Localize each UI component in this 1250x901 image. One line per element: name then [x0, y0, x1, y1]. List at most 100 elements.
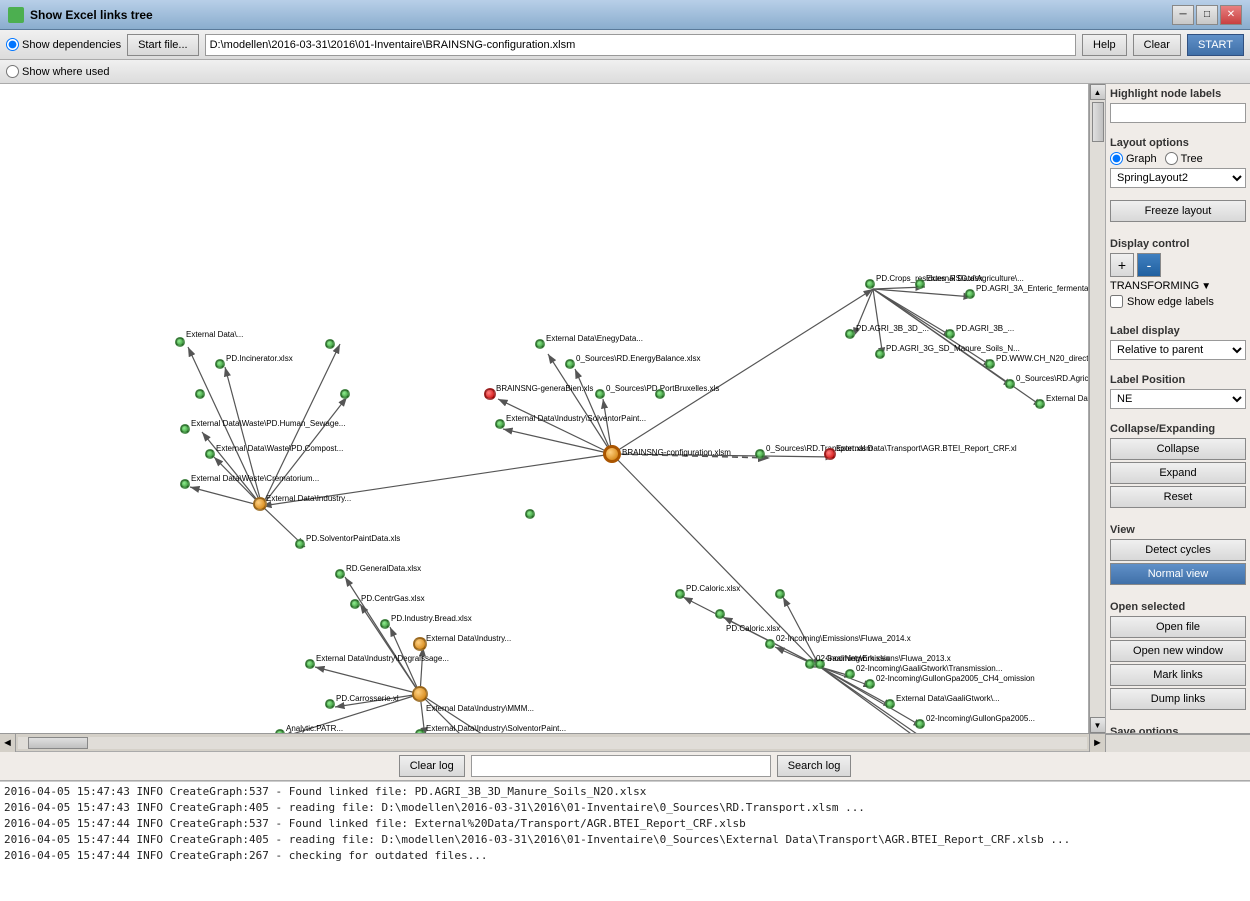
graph-node[interactable] [775, 589, 785, 599]
transform-dropdown-arrow[interactable]: ▼ [1201, 281, 1211, 292]
collapse-button[interactable]: Collapse [1110, 438, 1246, 460]
open-file-button[interactable]: Open file [1110, 616, 1246, 638]
maximize-button[interactable]: □ [1196, 5, 1218, 25]
tree-radio[interactable]: Tree [1165, 152, 1203, 165]
graph-node[interactable] [915, 719, 925, 729]
node-label: External Data\Waste\Crematorium... [191, 474, 319, 483]
graph-node[interactable] [845, 669, 855, 679]
graph-node[interactable] [495, 419, 505, 429]
show-dependencies-radio[interactable]: Show dependencies [6, 38, 121, 51]
scroll-up-button[interactable]: ▲ [1090, 84, 1106, 100]
graph-node[interactable] [325, 339, 335, 349]
node-label: RD.GeneralData.xlsx [346, 564, 421, 573]
detect-cycles-button[interactable]: Detect cycles [1110, 539, 1246, 561]
horizontal-scroll-thumb[interactable] [28, 737, 88, 749]
graph-node[interactable] [715, 609, 725, 619]
graph-node[interactable] [175, 337, 185, 347]
clear-log-button[interactable]: Clear log [399, 755, 465, 777]
graph-node[interactable] [195, 389, 205, 399]
show-edge-labels-checkbox[interactable] [1110, 295, 1123, 308]
vertical-scrollbar[interactable]: ▲ ▼ [1089, 84, 1105, 733]
expand-button[interactable]: Expand [1110, 462, 1246, 484]
graph-node[interactable] [412, 686, 428, 702]
mark-links-button[interactable]: Mark links [1110, 664, 1246, 686]
scroll-track-vertical[interactable] [1090, 100, 1105, 717]
graph-node[interactable] [275, 729, 285, 733]
graph-node[interactable] [325, 699, 335, 709]
show-dependencies-label: Show dependencies [22, 39, 121, 51]
minus-button[interactable]: - [1137, 253, 1161, 277]
node-label: External Data\Waste\PD.Human_Sewage... [191, 419, 345, 428]
graph-node[interactable] [815, 659, 825, 669]
start-file-button[interactable]: Start file... [127, 34, 199, 56]
graph-node[interactable] [525, 509, 535, 519]
graph-node[interactable] [1005, 379, 1015, 389]
log-search-input[interactable] [471, 755, 771, 777]
highlight-label: Highlight node labels [1110, 88, 1246, 100]
graph-node[interactable] [755, 449, 765, 459]
plus-button[interactable]: + [1110, 253, 1134, 277]
freeze-layout-button[interactable]: Freeze layout [1110, 200, 1246, 222]
horizontal-scroll-track[interactable] [18, 737, 1087, 749]
scroll-down-button[interactable]: ▼ [1090, 717, 1106, 733]
graph-node[interactable] [295, 539, 305, 549]
close-button[interactable]: ✕ [1220, 5, 1242, 25]
normal-view-button[interactable]: Normal view [1110, 563, 1246, 585]
reset-button[interactable]: Reset [1110, 486, 1246, 508]
start-button[interactable]: START [1187, 34, 1244, 56]
graph-node[interactable] [335, 569, 345, 579]
graph-node[interactable] [805, 659, 815, 669]
graph-node[interactable] [655, 389, 665, 399]
graph-node[interactable] [765, 639, 775, 649]
label-position-dropdown[interactable]: NE [1110, 389, 1246, 409]
graph-node[interactable] [915, 279, 925, 289]
graph-node[interactable] [340, 389, 350, 399]
graph-canvas[interactable]: BRAINSNG-configuration.xlsmExternal Data… [0, 84, 1089, 733]
graph-node[interactable] [865, 279, 875, 289]
graph-radio[interactable]: Graph [1110, 152, 1157, 165]
graph-node[interactable] [484, 388, 496, 400]
graph-node[interactable] [535, 339, 545, 349]
node-label: GaaliNetwork.xlsx [826, 654, 890, 663]
graph-node[interactable] [845, 329, 855, 339]
graph-node[interactable] [413, 637, 427, 651]
search-log-button[interactable]: Search log [777, 755, 852, 777]
graph-node[interactable] [253, 497, 267, 511]
graph-node[interactable] [885, 699, 895, 709]
graph-node[interactable] [945, 329, 955, 339]
scroll-left-button[interactable]: ◄ [0, 734, 16, 752]
graph-node[interactable] [415, 729, 425, 733]
graph-node[interactable] [180, 424, 190, 434]
dump-links-button[interactable]: Dump links [1110, 688, 1246, 710]
graph-node[interactable] [350, 599, 360, 609]
help-button[interactable]: Help [1082, 34, 1127, 56]
scroll-thumb-vertical[interactable] [1092, 102, 1104, 142]
plus-minus-row: + - [1110, 253, 1246, 277]
graph-node[interactable] [965, 289, 975, 299]
minimize-button[interactable]: ─ [1172, 5, 1194, 25]
graph-node[interactable] [205, 449, 215, 459]
graph-node[interactable] [595, 389, 605, 399]
layout-dropdown[interactable]: SpringLayout2 [1110, 168, 1246, 188]
graph-node[interactable] [985, 359, 995, 369]
graph-node[interactable] [675, 589, 685, 599]
graph-node[interactable] [875, 349, 885, 359]
show-where-used-radio[interactable]: Show where used [6, 65, 109, 78]
clear-button[interactable]: Clear [1133, 34, 1181, 56]
graph-node[interactable] [603, 445, 621, 463]
graph-node[interactable] [824, 448, 836, 460]
graph-node[interactable] [305, 659, 315, 669]
open-new-window-button[interactable]: Open new window [1110, 640, 1246, 662]
scroll-right-button[interactable]: ► [1089, 734, 1105, 752]
graph-node[interactable] [180, 479, 190, 489]
highlight-input[interactable] [1110, 103, 1246, 123]
graph-node[interactable] [1035, 399, 1045, 409]
graph-node[interactable] [565, 359, 575, 369]
window-title: Show Excel links tree [30, 8, 1172, 22]
graph-node[interactable] [215, 359, 225, 369]
graph-node[interactable] [865, 679, 875, 689]
log-content[interactable]: 2016-04-05 15:47:43 INFO CreateGraph:537… [0, 781, 1250, 901]
label-display-dropdown[interactable]: Relative to parent [1110, 340, 1246, 360]
show-where-used-label: Show where used [22, 66, 109, 78]
graph-node[interactable] [380, 619, 390, 629]
